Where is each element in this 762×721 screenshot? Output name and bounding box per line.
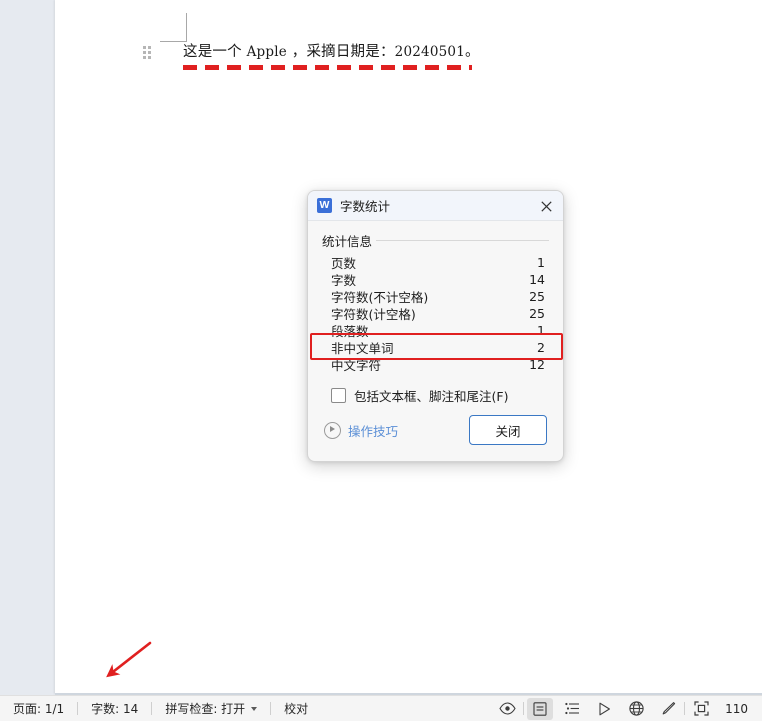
stat-label: 中文字符 xyxy=(331,358,382,373)
paragraph-text-prefix: 这是一个 xyxy=(183,44,247,60)
status-page-label: 页面: 1/1 xyxy=(13,702,65,716)
paragraph-text-suffix: 。 xyxy=(465,44,480,60)
stat-value: 14 xyxy=(529,272,545,287)
word-count-dialog[interactable]: W 字数统计 统计信息 页数 1 字数 14 字符数(不计空格) 25 字符数(… xyxy=(307,190,564,462)
paragraph-drag-handle[interactable] xyxy=(143,46,154,59)
dialog-titlebar[interactable]: W 字数统计 xyxy=(308,191,563,221)
operation-tips-link[interactable]: 操作技巧 xyxy=(324,421,398,440)
status-word-count[interactable]: 字数: 14 xyxy=(78,696,151,721)
pen-icon[interactable] xyxy=(655,698,681,720)
statistics-group-label: 统计信息 xyxy=(322,234,373,249)
paragraph-text-middle: ，采摘日期是： xyxy=(286,44,395,60)
close-button[interactable]: 关闭 xyxy=(469,415,547,445)
status-divider xyxy=(523,702,525,715)
red-dashed-underline-annotation xyxy=(183,65,472,70)
wps-writer-icon: W xyxy=(317,198,332,213)
stat-row-chinese-chars: 中文字符 12 xyxy=(322,356,549,373)
paragraph-text-date: 20240501 xyxy=(394,44,465,60)
page-layout-view-icon[interactable] xyxy=(527,697,554,720)
stat-value: 12 xyxy=(529,357,545,372)
stat-value: 2 xyxy=(537,340,545,355)
outline-view-icon[interactable] xyxy=(559,698,585,720)
document-paragraph[interactable]: 这是一个 Apple ，采摘日期是：20240501。 xyxy=(183,42,480,63)
fit-page-icon[interactable] xyxy=(688,698,714,720)
stat-value: 1 xyxy=(537,323,545,338)
play-circle-icon xyxy=(324,421,341,439)
zoom-level[interactable]: 110 xyxy=(717,702,754,716)
stat-row-paragraphs: 段落数 1 xyxy=(322,322,549,339)
status-proofread-label: 校对 xyxy=(284,702,309,716)
status-bar-right: 110 xyxy=(491,696,762,721)
status-spellcheck-label: 拼写检查: 打开 xyxy=(165,702,246,716)
stat-row-chars-no-spaces: 字符数(不计空格) 25 xyxy=(322,288,549,305)
chevron-down-icon[interactable] xyxy=(251,706,258,711)
play-view-icon[interactable] xyxy=(591,698,617,720)
close-icon[interactable] xyxy=(535,196,557,216)
status-bar-left: 页面: 1/1 字数: 14 拼写检查: 打开 校对 xyxy=(0,696,321,721)
dialog-footer: 操作技巧 关闭 xyxy=(308,399,563,461)
group-divider xyxy=(376,240,549,241)
stat-value: 25 xyxy=(529,306,545,321)
statistics-group-header: 统计信息 xyxy=(322,231,549,250)
status-spellcheck[interactable]: 拼写检查: 打开 xyxy=(152,696,270,721)
status-page-indicator[interactable]: 页面: 1/1 xyxy=(0,696,77,721)
dialog-title: 字数统计 xyxy=(340,199,391,214)
stat-row-pages: 页数 1 xyxy=(322,254,549,271)
paragraph-text-latin: Apple xyxy=(246,44,287,60)
text-margin-corner-marker xyxy=(160,13,187,42)
stat-row-chars-with-spaces: 字符数(计空格) 25 xyxy=(322,305,549,322)
statistics-list: 页数 1 字数 14 字符数(不计空格) 25 字符数(计空格) 25 段落数 xyxy=(322,254,549,373)
dialog-body: 统计信息 页数 1 字数 14 字符数(不计空格) 25 字符数(计空格) 25… xyxy=(308,221,563,405)
web-layout-view-icon[interactable] xyxy=(623,698,649,720)
editor-workspace: 这是一个 Apple ，采摘日期是：20240501。 W 字数统计 统计信息 xyxy=(0,0,762,695)
stat-value: 1 xyxy=(537,255,545,270)
status-divider xyxy=(684,702,686,715)
stat-row-non-chinese-words: 非中文单词 2 xyxy=(322,339,549,356)
status-bar: 页面: 1/1 字数: 14 拼写检查: 打开 校对 110 xyxy=(0,695,762,721)
status-word-count-label: 字数: 14 xyxy=(91,702,139,716)
stat-row-words: 字数 14 xyxy=(322,271,549,288)
operation-tips-label: 操作技巧 xyxy=(348,423,399,439)
status-proofread[interactable]: 校对 xyxy=(271,696,321,721)
eye-icon[interactable] xyxy=(494,698,520,720)
stat-value: 25 xyxy=(529,289,545,304)
